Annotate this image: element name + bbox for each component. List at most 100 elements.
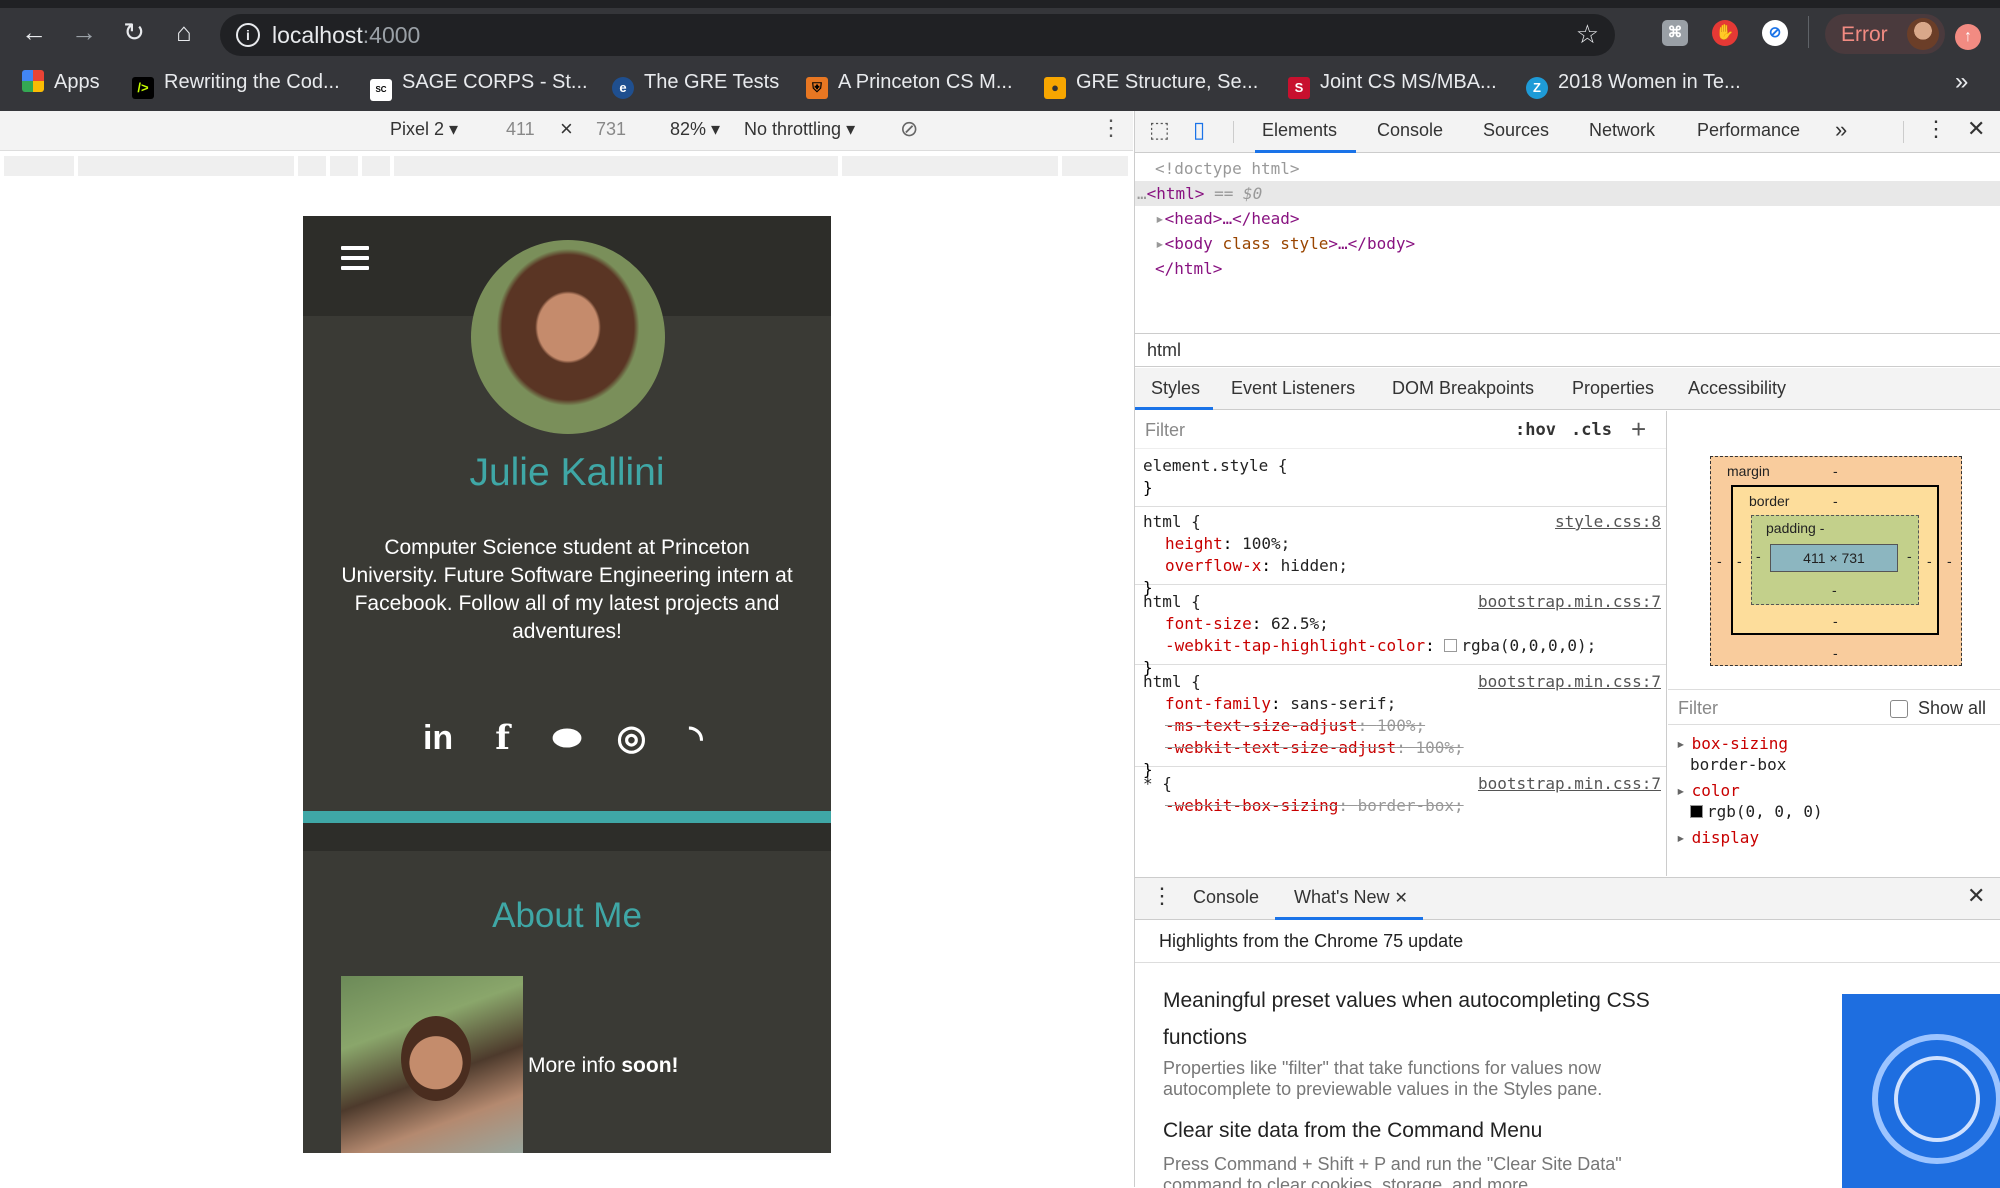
show-all-checkbox[interactable] [1890,700,1908,718]
padding-bottom-value[interactable]: - [1832,582,1837,598]
device-select[interactable]: Pixel 2 ▾ [390,119,458,140]
bookmark-gre-structure[interactable]: ● GRE Structure, Se... [1044,68,1258,99]
bookmark-women-in-tech[interactable]: Z 2018 Women in Te... [1526,68,1741,99]
padding-left-value[interactable]: - [1756,548,1761,564]
tab-network[interactable]: Network [1589,120,1655,141]
viewport-height-input[interactable]: 731 [596,119,626,140]
padding-top-value[interactable]: - [1820,520,1825,536]
viewport-width-input[interactable]: 411 [506,119,535,140]
rss-icon[interactable]: ◝ [674,716,718,760]
inspect-element-icon[interactable]: ⬚ [1149,117,1170,143]
close-drawer-icon[interactable]: ✕ [1967,883,1985,909]
dom-head-node[interactable]: ▸<head>…</head> [1155,206,1300,231]
facebook-icon[interactable]: f [481,716,525,760]
bookmark-joint-cs-mba[interactable]: S Joint CS MS/MBA... [1288,68,1497,99]
box-model-content[interactable]: 411 × 731 [1770,544,1898,572]
dom-body-node[interactable]: ▸<body class style>…</body> [1155,231,1415,256]
url-text[interactable]: localhost:4000 [272,22,420,49]
decl-overflow-x[interactable]: overflow-x: hidden; [1165,555,1348,577]
tab-dom-breakpoints[interactable]: DOM Breakpoints [1392,378,1534,399]
decl-height[interactable]: height: 100%; [1165,533,1290,555]
rule-selector[interactable]: html { [1143,511,1201,533]
devtools-menu-icon[interactable]: ⋮ [1925,116,1947,142]
more-tabs-icon[interactable]: » [1835,117,1847,143]
throttling-select[interactable]: No throttling ▾ [744,119,855,140]
decl-font-family[interactable]: font-family: sans-serif; [1165,693,1396,715]
breadcrumb-html[interactable]: html [1147,340,1181,361]
dom-doctype[interactable]: <!doctype html> [1155,156,1300,181]
expand-triangle-icon[interactable]: ▸ [1676,734,1686,753]
tab-event-listeners[interactable]: Event Listeners [1231,378,1355,399]
rule-source-link[interactable]: bootstrap.min.css:7 [1478,671,1661,693]
box-model-padding[interactable]: padding - - - - 411 × 731 [1751,515,1919,605]
close-icon[interactable]: ✕ [1967,116,1985,142]
bookmark-rewriting-the-code[interactable]: /> Rewriting the Cod... [132,68,340,99]
whats-new-item-title[interactable]: Meaningful preset values when autocomple… [1163,982,1703,1056]
tab-console[interactable]: Console [1377,120,1443,141]
expand-triangle-icon[interactable]: ▸ [1676,781,1686,800]
box-model-border[interactable]: border - - - - padding - - - - 411 × 731 [1731,485,1939,635]
ruler-segment[interactable] [4,156,76,176]
address-bar[interactable]: i localhost:4000 ☆ [220,14,1615,56]
reload-icon[interactable]: ↻ [116,14,152,50]
box-model-margin[interactable]: margin - - - - border - - - - padding - … [1710,456,1962,666]
more-options-icon[interactable]: ⋮ [1100,115,1122,141]
cls-toggle[interactable]: .cls [1571,420,1612,440]
computed-color[interactable]: ▸ color rgb(0, 0, 0) [1676,780,1823,822]
rotate-icon[interactable]: ⊘ [900,116,918,142]
drawer-menu-icon[interactable]: ⋮ [1151,883,1173,909]
margin-bottom-value[interactable]: - [1833,645,1838,661]
hov-toggle[interactable]: :hov [1515,420,1556,440]
styles-filter-input[interactable]: Filter [1145,420,1185,441]
ruler-segment[interactable] [1062,156,1130,176]
dom-html-close[interactable]: </html> [1155,256,1222,281]
drawer-tab-whats-new[interactable]: What's New ✕ [1294,887,1408,908]
linkedin-icon[interactable]: in [416,716,460,760]
ruler-segment[interactable] [394,156,840,176]
tab-elements[interactable]: Elements [1262,120,1337,141]
profile-error-button[interactable]: Error [1825,14,1945,54]
computed-box-sizing[interactable]: ▸ box-sizing border-box [1676,733,1788,775]
color-swatch[interactable] [1690,805,1703,818]
hamburger-menu-icon[interactable] [341,246,369,270]
block-circle-icon[interactable]: ⊘ [1762,20,1788,46]
bookmark-apps[interactable]: Apps [22,68,100,96]
decl-ms-text-size-adjust[interactable]: -ms-text-size-adjust: 100%; [1165,715,1425,737]
bookmark-princeton-cs[interactable]: ⛨ A Princeton CS M... [806,68,1013,99]
border-left-value[interactable]: - [1737,553,1742,569]
rule-selector[interactable]: * { [1143,773,1172,795]
rule-source-link[interactable]: bootstrap.min.css:7 [1478,591,1661,613]
new-rule-plus-icon[interactable]: + [1631,414,1646,445]
rule-source-link[interactable]: style.css:8 [1555,511,1661,533]
rule-source-link[interactable]: bootstrap.min.css:7 [1478,773,1661,795]
decl-webkit-text-size-adjust[interactable]: -webkit-text-size-adjust: 100%; [1165,737,1464,759]
whats-new-item-title[interactable]: Clear site data from the Command Menu [1163,1112,1703,1149]
bookmark-star-icon[interactable]: ☆ [1576,19,1599,50]
expand-triangle-icon[interactable]: ▸ [1155,234,1165,253]
adblock-hand-icon[interactable]: ✋ [1712,20,1738,46]
tab-properties[interactable]: Properties [1572,378,1654,399]
site-info-icon[interactable]: i [236,23,260,47]
zoom-select[interactable]: 82% ▾ [670,119,720,140]
decl-tap-highlight[interactable]: -webkit-tap-highlight-color: rgba(0,0,0,… [1165,635,1596,657]
rule-selector[interactable]: element.style { [1143,455,1288,477]
rule-selector[interactable]: html { [1143,591,1201,613]
ruler-segment[interactable] [330,156,360,176]
device-toggle-icon[interactable]: ▯ [1193,117,1205,143]
margin-top-value[interactable]: - [1833,463,1838,479]
forward-icon[interactable]: → [66,14,102,50]
expand-triangle-icon[interactable]: ▸ [1676,828,1686,847]
bookmark-gre-tests[interactable]: e The GRE Tests [612,68,779,99]
close-tab-icon[interactable]: ✕ [1394,890,1407,907]
back-icon[interactable]: ← [16,14,52,50]
decl-webkit-box-sizing[interactable]: -webkit-box-sizing: border-box; [1165,795,1464,817]
extension-puzzle-icon[interactable]: ⌘ [1662,20,1688,46]
tab-accessibility[interactable]: Accessibility [1688,378,1786,399]
rule-selector[interactable]: html { [1143,671,1201,693]
instagram-icon[interactable]: ◎ [609,716,653,760]
tab-performance[interactable]: Performance [1697,120,1800,141]
bookmark-sage-corps[interactable]: SC SAGE CORPS - St... [370,68,588,101]
color-swatch[interactable] [1444,639,1458,652]
computed-filter-input[interactable]: Filter [1678,698,1718,719]
home-icon[interactable]: ⌂ [166,14,202,50]
